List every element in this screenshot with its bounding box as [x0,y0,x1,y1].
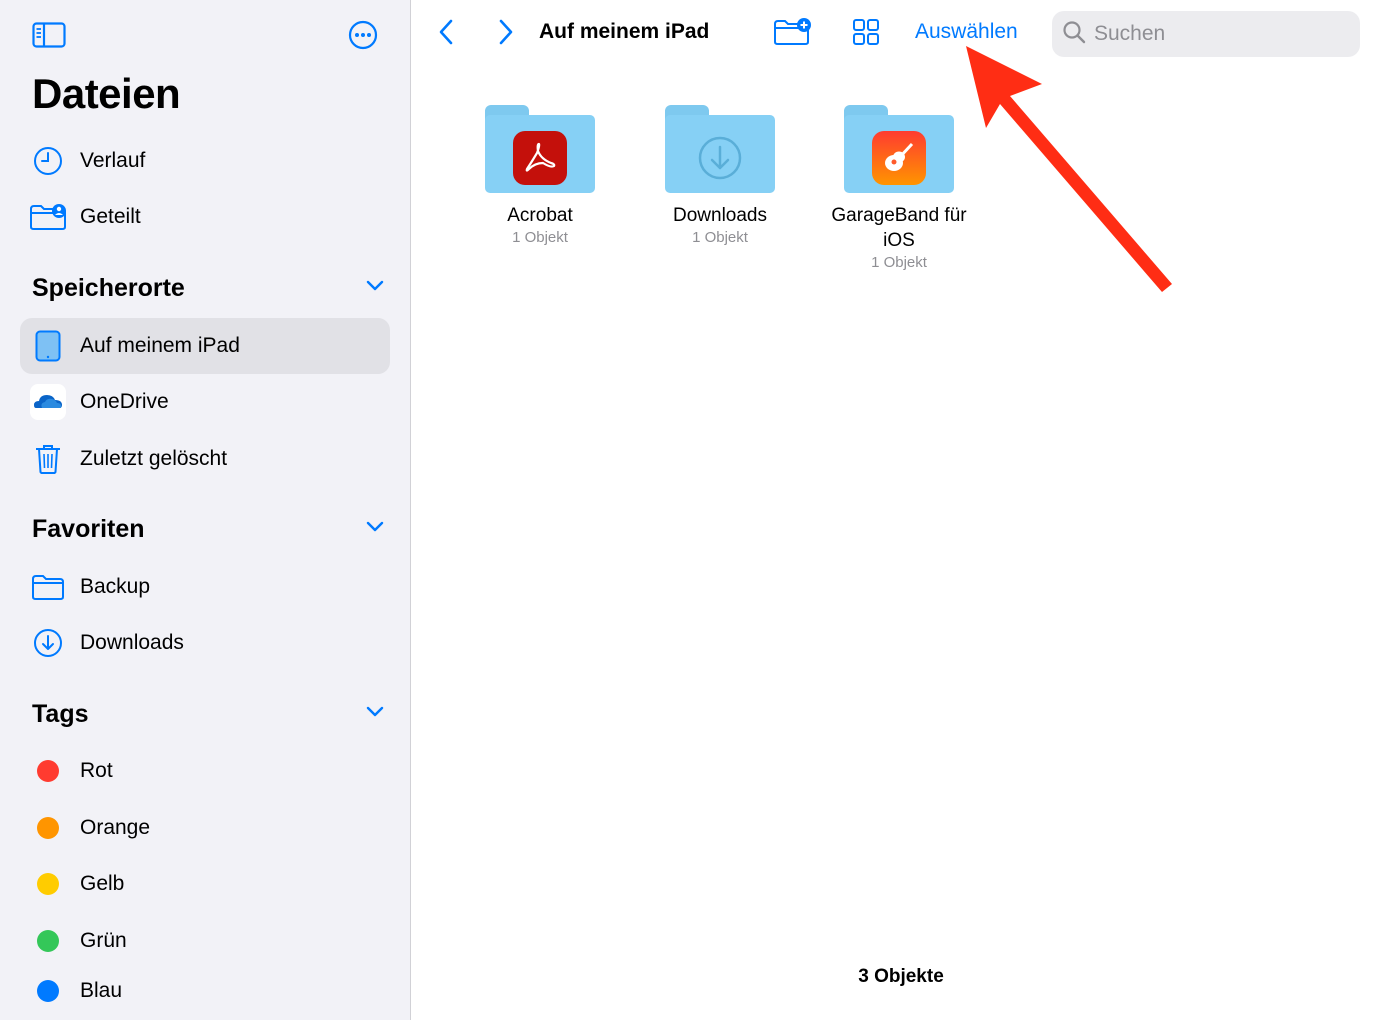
onedrive-icon [28,384,68,420]
select-button[interactable]: Auswählen [915,20,1018,44]
section-header-tags[interactable]: Tags [32,694,392,734]
grid-icon [852,18,880,51]
sidebar-item-label: Blau [80,979,123,1002]
sidebar-item-label: Zuletzt gelöscht [80,447,228,470]
folder-icon [28,573,68,601]
sidebar-item-downloads[interactable]: Downloads [20,615,390,671]
chevron-down-icon [366,520,384,538]
item-count-label: 3 Objekte [858,966,944,987]
shared-folder-icon [28,203,68,231]
file-item-count: 1 Objekt [692,229,748,246]
section-title: Favoriten [32,514,145,543]
sidebar-item-label: Downloads [80,631,184,654]
main-content: Auf meinem iPad Auswählen Acrobat 1 Obje… [412,0,1390,1020]
sidebar-item-label: Grün [80,929,127,952]
download-arrow-icon [693,131,747,185]
section-title: Speicherorte [32,273,185,302]
file-item-count: 1 Objekt [512,229,568,246]
section-header-locations[interactable]: Speicherorte [32,268,392,308]
search-icon [1062,20,1086,49]
back-button[interactable] [428,16,464,52]
section-title: Tags [32,699,89,728]
sidebar: Dateien Verlauf Geteilt Speicherorte Auf… [0,0,411,1020]
sidebar-item-tag-yellow[interactable]: Gelb [20,856,390,912]
sidebar-item-label: Verlauf [80,149,146,172]
sidebar-title: Dateien [32,70,181,117]
sidebar-item-label: Backup [80,575,151,598]
sidebar-item-recently-deleted[interactable]: Zuletzt gelöscht [20,431,390,487]
tag-color-dot [37,817,59,839]
forward-button[interactable] [488,16,524,52]
tag-color-dot [37,760,59,782]
sidebar-item-tag-orange[interactable]: Orange [20,800,390,856]
acrobat-icon [513,131,567,185]
view-grid-button[interactable] [846,14,886,54]
sidebar-item-label: Geteilt [80,205,141,228]
section-header-favorites[interactable]: Favoriten [32,509,392,549]
file-item-downloads[interactable]: Downloads 1 Objekt [640,105,800,246]
sidebar-item-label: Auf meinem iPad [80,334,240,357]
page-title: Auf meinem iPad [539,20,710,43]
chevron-down-icon [366,705,384,723]
sidebar-item-tag-green[interactable]: Grün [20,913,390,969]
file-name: Downloads [673,205,767,226]
garageband-icon [872,131,926,185]
folder-icon [485,105,595,193]
file-name: Acrobat [507,205,573,226]
file-name: GarageBand für iOS [831,205,967,251]
download-circle-icon [28,628,68,658]
sidebar-item-tag-blue[interactable]: Blau [20,963,390,1019]
chevron-left-icon [438,19,454,50]
new-folder-button[interactable] [773,14,813,54]
tag-color-dot [37,930,59,952]
sidebar-item-label: Orange [80,816,151,839]
search-input[interactable] [1094,22,1334,46]
more-options-icon[interactable] [346,18,380,52]
sidebar-item-shared[interactable]: Geteilt [20,189,390,245]
sidebar-item-label: Rot [80,759,113,782]
sidebar-item-tag-red[interactable]: Rot [20,743,390,799]
tag-color-dot [37,980,59,1002]
file-item-garageband[interactable]: GarageBand für iOS 1 Objekt [819,105,979,271]
chevron-right-icon [498,19,514,50]
sidebar-item-onedrive[interactable]: OneDrive [20,374,390,430]
sidebar-item-on-my-ipad[interactable]: Auf meinem iPad [20,318,390,374]
sidebar-toggle-icon[interactable] [32,18,66,52]
file-item-count: 1 Objekt [871,254,927,271]
sidebar-item-label: Gelb [80,872,125,895]
sidebar-item-recents[interactable]: Verlauf [20,133,390,189]
sidebar-item-backup[interactable]: Backup [20,559,390,615]
search-field[interactable] [1052,11,1360,57]
clock-icon [28,146,68,176]
chevron-down-icon [366,279,384,297]
tag-color-dot [37,873,59,895]
file-item-acrobat[interactable]: Acrobat 1 Objekt [460,105,620,246]
ipad-icon [28,330,68,362]
trash-icon [28,443,68,475]
folder-icon [665,105,775,193]
sidebar-item-label: OneDrive [80,390,169,413]
new-folder-icon [773,17,813,52]
folder-icon [844,105,954,193]
